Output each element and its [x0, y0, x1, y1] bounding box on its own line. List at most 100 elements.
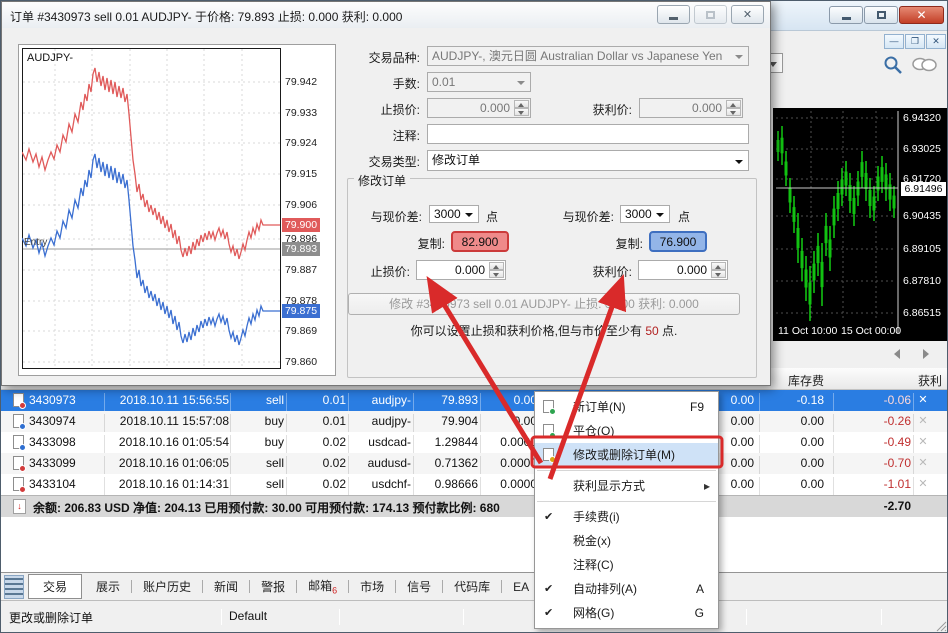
close-position-icon[interactable]: ✕	[916, 435, 930, 448]
main-maximize-button[interactable]	[864, 6, 898, 24]
table-row[interactable]: 34309742018.10.11 15:57:08buy0.01audjpy-…	[1, 411, 948, 432]
close-position-icon[interactable]: ✕	[916, 393, 930, 406]
maximize-icon	[877, 11, 886, 19]
table-row[interactable]: 34309732018.10.11 15:56:55sell0.01audjpy…	[1, 390, 948, 411]
close-position-icon[interactable]: ✕	[916, 456, 930, 469]
status-profile[interactable]: Default	[229, 609, 267, 623]
dialog-close-button[interactable]: ✕	[731, 5, 764, 24]
menu-item-新订单(N)[interactable]: 新订单(N)F9	[535, 395, 718, 419]
entry-label: Entry	[24, 237, 47, 248]
trade-type-label: 交易类型:	[342, 153, 420, 170]
price-axis-label: 6.94320	[903, 112, 941, 124]
chart-restore-button[interactable]: ❐	[905, 34, 925, 49]
table-row[interactable]: 34331042018.10.16 01:14:31sell0.02usdchf…	[1, 474, 948, 495]
close-position-icon[interactable]: ✕	[916, 414, 930, 427]
menu-item-修改或删除订单(M)[interactable]: 修改或删除订单(M)	[535, 443, 718, 467]
menu-shortcut: G	[695, 601, 704, 625]
dialog-title: 订单 #3430973 sell 0.01 AUDJPY- 于价格: 79.89…	[10, 8, 402, 25]
menu-item-手续费(i)[interactable]: ✔手续费(i)	[535, 505, 718, 529]
comment-input[interactable]	[427, 124, 749, 144]
hint-text: 你可以设置止损和获利价格,但与市价至少有 50 点.	[348, 322, 740, 339]
main-close-button[interactable]: ✕	[899, 6, 944, 24]
price-axis-label: 79.933	[285, 107, 317, 119]
modify-order-button[interactable]: 修改 #3430973 sell 0.01 AUDJPY- 止损: 0.000 …	[348, 293, 740, 315]
tick-chart-canvas	[22, 48, 280, 368]
lots-combo: 0.01	[427, 72, 531, 92]
trade-type-combo[interactable]: 修改订单	[427, 150, 749, 171]
tick-chart-symbol-label: AUDJPY-	[27, 52, 73, 64]
panel-handle-icon[interactable]	[4, 575, 24, 599]
tab-展示[interactable]: 展示	[86, 575, 130, 598]
cell-time: 2018.10.16 01:06:05	[101, 456, 229, 470]
points-right-label: 点	[678, 208, 698, 225]
cell-sl: 0.0000	[483, 477, 537, 491]
menu-shortcut: A	[696, 577, 704, 601]
table-row[interactable]: 34330992018.10.16 01:06:05sell0.02audusd…	[1, 453, 948, 474]
cell-time: 2018.10.11 15:56:55	[101, 393, 229, 407]
tab-separator	[202, 580, 203, 593]
menu-item-自动排列(A)[interactable]: ✔ 自动排列(A) A	[535, 577, 718, 601]
menu-item-注释(C)[interactable]: 注释(C)	[535, 553, 718, 577]
close-position-icon	[543, 424, 554, 437]
table-row[interactable]: 34330982018.10.16 01:05:54buy0.02usdcad-…	[1, 432, 948, 453]
resize-grip[interactable]	[935, 620, 947, 632]
zoom-icon[interactable]	[883, 55, 903, 75]
tab-新闻[interactable]: 新闻	[204, 575, 248, 598]
header-profit[interactable]: 获利	[882, 372, 942, 389]
context-menu: 新订单(N)F9平仓(O)修改或删除订单(M)获利显示方式▸✔手续费(i)税金(…	[534, 391, 719, 629]
tab-警报[interactable]: 警报	[251, 575, 295, 598]
menu-item-获利显示方式[interactable]: 获利显示方式▸	[535, 474, 718, 498]
close-position-icon[interactable]: ✕	[916, 477, 930, 490]
cell-type: buy	[231, 435, 284, 449]
tab-separator	[296, 580, 297, 593]
chat-icon[interactable]	[911, 56, 939, 74]
scroll-right-arrow[interactable]	[923, 349, 929, 359]
tab-邮箱[interactable]: 邮箱6	[298, 574, 347, 598]
copy-sell-button[interactable]: 82.900	[451, 231, 509, 252]
chart-close-button[interactable]: ✕	[926, 34, 946, 49]
price-axis-label: 6.89105	[903, 243, 941, 255]
check-icon: ✔	[544, 577, 553, 601]
tab-separator	[249, 580, 250, 593]
tp-modify-spinner[interactable]: 0.000	[638, 260, 728, 280]
status-bar: 更改或删除订单 Default	[1, 600, 948, 633]
cell-profit: -0.49	[856, 435, 911, 449]
main-minimize-button[interactable]	[829, 6, 863, 24]
cell-profit: -1.01	[856, 477, 911, 491]
menu-item-label: 手续费(i)	[573, 505, 620, 529]
cell-sl: 0.0000	[483, 456, 537, 470]
dialog-minimize-button[interactable]	[657, 5, 690, 24]
chevron-down-icon	[465, 213, 473, 217]
tab-代码库[interactable]: 代码库	[444, 575, 500, 598]
tab-账户历史[interactable]: 账户历史	[133, 575, 201, 598]
submenu-arrow-icon: ▸	[704, 474, 710, 498]
symbol-label: 交易品种:	[342, 49, 420, 66]
tab-交易[interactable]: 交易	[28, 574, 82, 599]
menu-item-税金(x)[interactable]: 税金(x)	[535, 529, 718, 553]
dialog-titlebar[interactable]: 订单 #3430973 sell 0.01 AUDJPY- 于价格: 79.89…	[2, 2, 770, 28]
cell-price: 79.904	[416, 414, 478, 428]
cell-swap: 0.00	[769, 456, 824, 470]
dialog-maximize-button	[694, 5, 727, 24]
cell-symbol: audjpy-	[351, 414, 411, 428]
cell-price: 0.98666	[416, 477, 478, 491]
tab-separator	[501, 580, 502, 593]
cell-swap: -0.18	[769, 393, 824, 407]
menu-item-平仓(O)[interactable]: 平仓(O)	[535, 419, 718, 443]
menu-item-label: 修改或删除订单(M)	[573, 443, 675, 467]
price-axis-label: 79.942	[285, 76, 317, 88]
menu-item-label: 网格(G)	[573, 601, 614, 625]
sl-modify-label: 止损价:	[320, 263, 410, 280]
menu-item-label: 注释(C)	[573, 553, 614, 577]
diff-right-combo[interactable]: 3000	[620, 205, 670, 223]
header-swap[interactable]: 库存费	[764, 372, 824, 389]
tab-市场[interactable]: 市场	[350, 575, 394, 598]
sl-modify-spinner[interactable]: 0.000	[416, 260, 506, 280]
menu-item-网格(G)[interactable]: ✔网格(G)G	[535, 601, 718, 625]
menu-item-label: 自动排列(A)	[573, 577, 637, 601]
diff-left-combo[interactable]: 3000	[429, 205, 479, 223]
copy-buy-button[interactable]: 76.900	[649, 231, 707, 252]
tab-信号[interactable]: 信号	[397, 575, 441, 598]
chart-minimize-button[interactable]: —	[884, 34, 904, 49]
scroll-left-arrow[interactable]	[894, 349, 900, 359]
